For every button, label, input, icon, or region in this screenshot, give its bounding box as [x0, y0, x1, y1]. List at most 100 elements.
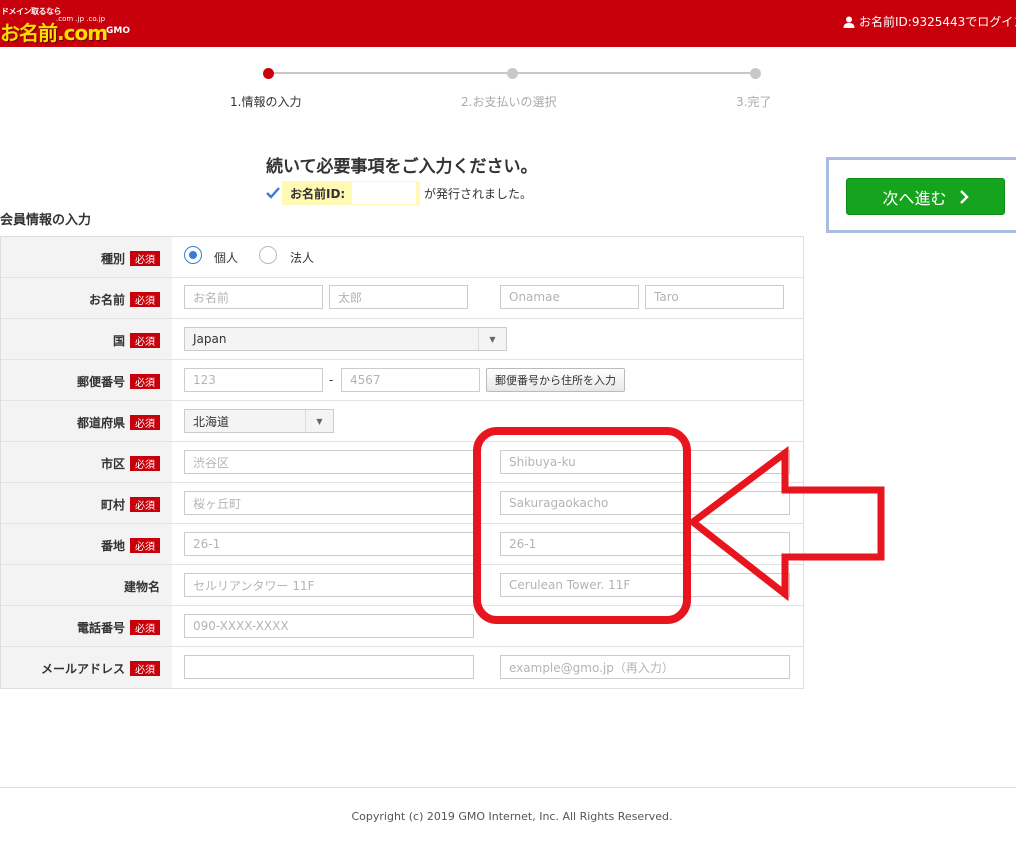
field-label: 郵便番号: [76, 375, 125, 389]
radio-corporation-label[interactable]: 法人: [290, 249, 314, 266]
dropdown-arrow-icon: ▼: [305, 410, 333, 432]
next-button-label: 次へ進む: [882, 188, 947, 208]
last-name-kanji-input[interactable]: お名前: [184, 285, 323, 309]
row-label-cell: 市区 必須: [1, 442, 172, 482]
country-select-value: Japan: [193, 332, 227, 346]
row-label-cell: 種別 必須: [1, 237, 172, 277]
row-label-cell: 郵便番号 必須: [1, 360, 172, 400]
footer-divider: [0, 787, 1016, 788]
check-icon: [266, 187, 280, 199]
form-row-building: 建物名 セルリアンタワー 11F Cerulean Tower. 11F: [1, 565, 803, 606]
issued-id-suffix: が発行されました。: [424, 186, 533, 201]
radio-individual[interactable]: [184, 246, 202, 264]
logo-tagline: ドメイン取るなら: [1, 7, 62, 16]
required-badge: 必須: [130, 620, 160, 635]
step-3-label: 3.完了: [736, 95, 772, 109]
required-badge: 必須: [130, 251, 160, 266]
required-badge: 必須: [130, 333, 160, 348]
member-info-form: 種別 必須 個人 法人 お名前 必須 お名前 太郎 Onamae Taro 国 …: [0, 236, 804, 689]
step-1-dot: [263, 68, 274, 79]
row-label-cell: 電話番号 必須: [1, 606, 172, 646]
prefecture-select-value: 北海道: [193, 414, 230, 429]
dropdown-arrow-icon: ▼: [478, 328, 506, 350]
country-select[interactable]: Japan ▼: [184, 327, 507, 351]
prefecture-select[interactable]: 北海道 ▼: [184, 409, 334, 433]
next-button[interactable]: 次へ進む: [846, 178, 1005, 215]
id-issued-notice: お名前ID: が発行されました。: [266, 181, 532, 205]
email-confirm-input[interactable]: example@gmo.jp（再入力）: [500, 655, 790, 679]
field-label: 市区: [100, 457, 125, 471]
form-row-type: 種別 必須 個人 法人: [1, 237, 803, 278]
email-input[interactable]: [184, 655, 474, 679]
logo-gmo: GMO: [106, 26, 130, 36]
form-row-name: お名前 必須 お名前 太郎 Onamae Taro: [1, 278, 803, 319]
field-label: 国: [112, 334, 125, 348]
next-step-panel: 次へ進む: [826, 157, 1016, 233]
required-badge: 必須: [130, 661, 160, 676]
logo-brand: お名前.com: [0, 21, 108, 45]
city-kanji-input[interactable]: 渋谷区: [184, 450, 474, 474]
phone-input[interactable]: 090-XXXX-XXXX: [184, 614, 474, 638]
last-name-roman-input[interactable]: Onamae: [500, 285, 639, 309]
first-name-kanji-input[interactable]: 太郎: [329, 285, 468, 309]
form-row-email: メールアドレス 必須 example@gmo.jp（再入力）: [1, 647, 803, 688]
step-1-label: 1.情報の入力: [230, 95, 302, 109]
building-kanji-input[interactable]: セルリアンタワー 11F: [184, 573, 474, 597]
postal-code-first-input[interactable]: 123: [184, 368, 323, 392]
step-3-dot: [750, 68, 761, 79]
step-2-dot: [507, 68, 518, 79]
field-label: お名前: [88, 293, 125, 307]
step-connector: [268, 72, 512, 74]
street-roman-input[interactable]: 26-1: [500, 532, 790, 556]
row-label-cell: 国 必須: [1, 319, 172, 359]
radio-corporation[interactable]: [259, 246, 277, 264]
field-label: 種別: [100, 252, 125, 266]
row-label-cell: メールアドレス 必須: [1, 647, 172, 688]
section-title: 会員情報の入力: [0, 213, 92, 228]
form-row-town: 町村 必須 桜ヶ丘町 Sakuragaokacho: [1, 483, 803, 524]
required-badge: 必須: [130, 497, 160, 512]
issued-id-box: お名前ID:: [282, 181, 420, 205]
step-connector: [512, 72, 755, 74]
row-label-cell: 都道府県 必須: [1, 401, 172, 441]
row-label-cell: お名前 必須: [1, 278, 172, 318]
building-roman-input[interactable]: Cerulean Tower. 11F: [500, 573, 790, 597]
form-row-street: 番地 必須 26-1 26-1: [1, 524, 803, 565]
postal-code-second-input[interactable]: 4567: [341, 368, 480, 392]
step-2-label: 2.お支払いの選択: [461, 95, 557, 109]
form-row-city: 市区 必須 渋谷区 Shibuya-ku: [1, 442, 803, 483]
page-heading: 続いて必要事項をご入力ください。: [266, 157, 538, 177]
field-label: メールアドレス: [40, 662, 125, 676]
field-label: 都道府県: [76, 416, 125, 430]
town-roman-input[interactable]: Sakuragaokacho: [500, 491, 790, 515]
row-label-cell: 町村 必須: [1, 483, 172, 523]
row-label-cell: 番地 必須: [1, 524, 172, 564]
chevron-right-icon: [959, 189, 969, 204]
street-kanji-input[interactable]: 26-1: [184, 532, 474, 556]
user-icon: [843, 16, 855, 28]
field-label: 電話番号: [76, 621, 125, 635]
city-roman-input[interactable]: Shibuya-ku: [500, 450, 790, 474]
form-row-country: 国 必須 Japan ▼: [1, 319, 803, 360]
postal-lookup-button[interactable]: 郵便番号から住所を入力: [486, 368, 625, 392]
form-row-phone: 電話番号 必須 090-XXXX-XXXX: [1, 606, 803, 647]
issued-id-label: お名前ID:: [290, 186, 346, 201]
onamae-logo[interactable]: ドメイン取るなら .com .jp .co.jp お名前.com GMO: [0, 6, 150, 45]
footer-copyright: Copyright (c) 2019 GMO Internet, Inc. Al…: [351, 810, 673, 823]
field-label: 番地: [100, 539, 125, 553]
postal-separator: -: [329, 373, 334, 387]
form-row-prefecture: 都道府県 必須 北海道 ▼: [1, 401, 803, 442]
first-name-roman-input[interactable]: Taro: [645, 285, 784, 309]
form-row-postal: 郵便番号 必須 123 - 4567 郵便番号から住所を入力: [1, 360, 803, 401]
required-badge: 必須: [130, 292, 160, 307]
radio-individual-label[interactable]: 個人: [214, 249, 238, 266]
required-badge: 必須: [130, 374, 160, 389]
required-badge: 必須: [130, 456, 160, 471]
login-status-text: お名前ID:9325443でログイン中: [859, 15, 1016, 29]
town-kanji-input[interactable]: 桜ヶ丘町: [184, 491, 474, 515]
login-status: お名前ID:9325443でログイン中: [843, 13, 1016, 30]
site-header: ドメイン取るなら .com .jp .co.jp お名前.com GMO お名前…: [0, 0, 1016, 47]
required-badge: 必須: [130, 538, 160, 553]
issued-id-value: [352, 182, 416, 204]
row-label-cell: 建物名: [1, 565, 172, 605]
